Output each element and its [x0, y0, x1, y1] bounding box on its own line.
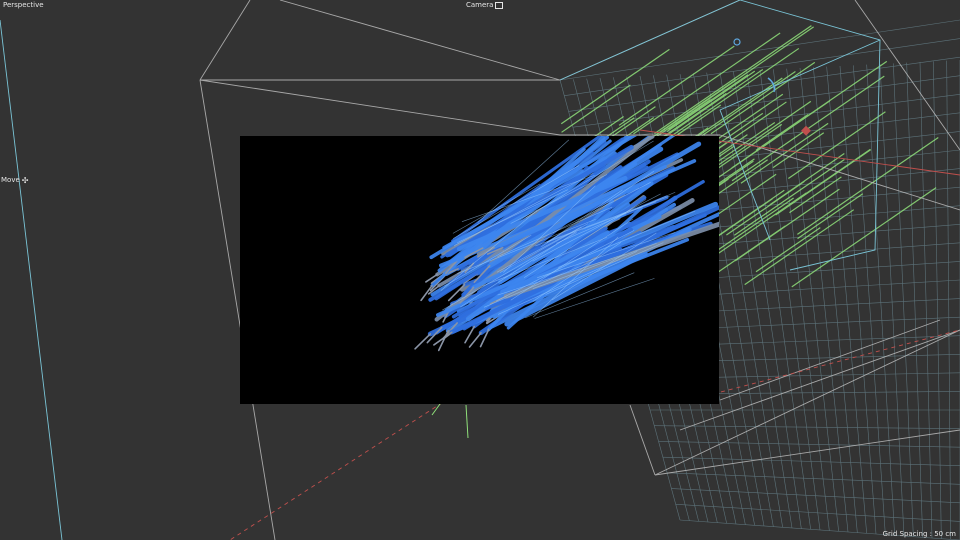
render-preview: [240, 136, 719, 404]
camera-name: Camera: [466, 1, 494, 9]
camera-icon[interactable]: [495, 2, 504, 9]
stray-guides: [431, 397, 469, 439]
view-name-label[interactable]: Perspective: [3, 1, 44, 10]
tool-name: Move: [1, 176, 20, 184]
3d-viewport[interactable]: Perspective Camera Move ✣ Grid Spacing :…: [0, 0, 960, 540]
view-name: Perspective: [3, 1, 44, 9]
camera-label[interactable]: Camera: [466, 1, 504, 10]
hair-render: [414, 136, 719, 352]
grid-spacing-label: Grid Spacing : 50 cm: [883, 530, 956, 539]
grid-spacing: Grid Spacing : 50 cm: [882, 530, 956, 538]
move-icon: ✣: [21, 176, 29, 185]
tool-label: Move ✣: [1, 176, 28, 185]
